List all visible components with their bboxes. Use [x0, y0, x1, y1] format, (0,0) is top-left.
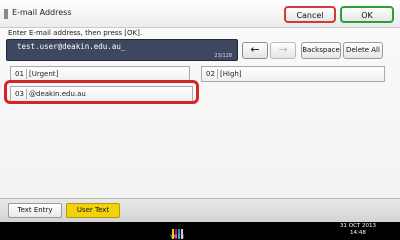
item-text: [Urgent]: [29, 70, 59, 78]
delete-all-button[interactable]: Delete All: [343, 42, 383, 59]
character-counter: 23/128: [214, 53, 232, 59]
toner-logo-text: YMCK: [170, 234, 186, 239]
backspace-button[interactable]: Backspace: [301, 42, 341, 59]
item-text: [High]: [220, 70, 242, 78]
item-number: 01: [15, 70, 24, 78]
instruction-text: Enter E-mail address, then press [OK].: [8, 29, 143, 37]
highlight-outline: [4, 80, 199, 104]
email-entry-field[interactable]: test.user@deakin.edu.au_ 23/128: [6, 39, 238, 61]
toner-logo-icon: [172, 224, 188, 239]
title-bar: E-mail Address Cancel OK: [0, 0, 400, 28]
email-address-screen: E-mail Address Cancel OK Enter E-mail ad…: [0, 0, 400, 222]
tab-text-entry[interactable]: Text Entry: [8, 203, 62, 218]
cursor-right-button[interactable]: →: [270, 42, 296, 59]
tab-user-text[interactable]: User Text: [66, 203, 120, 218]
status-time: 14:48: [350, 230, 366, 236]
title-marker-icon: [4, 9, 8, 19]
user-text-item-02[interactable]: 02 [High]: [201, 66, 385, 82]
page-title: E-mail Address: [12, 8, 72, 17]
arrow-right-icon: →: [278, 43, 288, 56]
cancel-button[interactable]: Cancel: [284, 6, 336, 23]
email-entry-value: test.user@deakin.edu.au_: [17, 42, 126, 51]
arrow-left-icon: ←: [250, 43, 260, 56]
status-date: 31 OCT 2013: [340, 223, 377, 229]
item-divider: [217, 69, 218, 79]
item-divider: [26, 69, 27, 79]
cursor-left-button[interactable]: ←: [242, 42, 268, 59]
tab-bar: Text Entry User Text: [0, 198, 400, 222]
ok-button[interactable]: OK: [340, 6, 394, 23]
item-number: 02: [206, 70, 215, 78]
